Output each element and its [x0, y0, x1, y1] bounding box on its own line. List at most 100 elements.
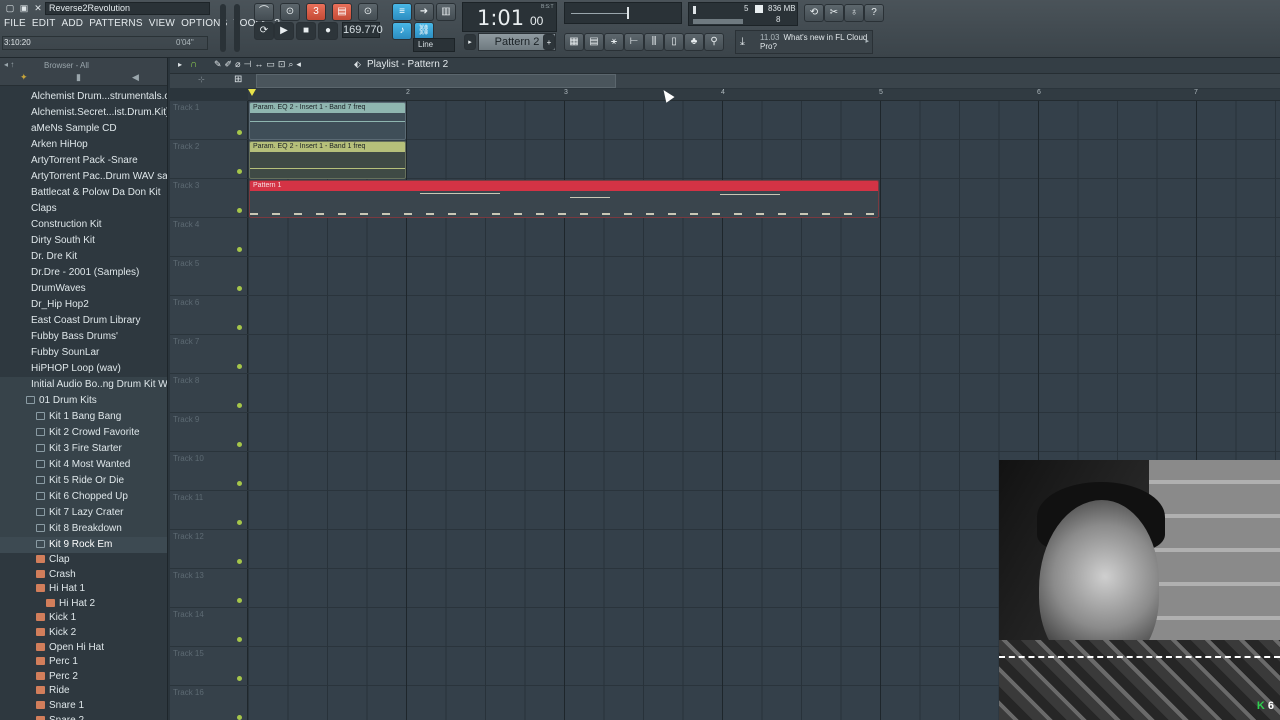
browser-folder-item[interactable]: Dr.Dre - 2001 (Samples)	[0, 265, 167, 281]
stop-button[interactable]: ■	[296, 22, 316, 40]
browser-folder-item[interactable]: Dr_Hip Hop2	[0, 297, 167, 313]
track-mute-led[interactable]	[237, 598, 242, 603]
track-mute-led[interactable]	[237, 676, 242, 681]
horizontal-scroll-thumb[interactable]	[256, 74, 616, 88]
mixer-tree-icon[interactable]: ⊢	[624, 33, 644, 51]
mic-icon[interactable]: ♁	[844, 4, 864, 22]
piano-tool-button[interactable]: ▥	[436, 3, 456, 21]
mixer-icon[interactable]: ⫼	[644, 33, 664, 51]
browser-file-item[interactable]: Kick 2	[0, 626, 167, 641]
track-mute-led[interactable]	[237, 637, 242, 642]
song-mode-button[interactable]: ➜	[414, 3, 434, 21]
browser-folder-item[interactable]: East Coast Drum Library	[0, 313, 167, 329]
playlist-arrow-icon[interactable]: ▸	[178, 60, 182, 69]
track-header[interactable]: Track 12	[170, 530, 248, 569]
browser-speaker-icon[interactable]: ◀	[132, 72, 139, 83]
track-header[interactable]: Track 6	[170, 296, 248, 335]
menu-patterns[interactable]: PATTERNS	[89, 18, 142, 32]
browser-folder-item[interactable]: Alchemist.Secret...ist.Drum.Kit).WAV	[0, 105, 167, 121]
browser-folder-item[interactable]: Claps	[0, 201, 167, 217]
menu-view[interactable]: VIEW	[149, 18, 175, 32]
browser-folder-item[interactable]: Kit 8 Breakdown	[0, 521, 167, 537]
record-button[interactable]: ●	[318, 22, 338, 40]
track-header[interactable]: Track 9	[170, 413, 248, 452]
browser-file-item[interactable]: Snare 2	[0, 714, 167, 720]
browser-folder-item[interactable]: Kit 4 Most Wanted	[0, 457, 167, 473]
browser-folder-item[interactable]: Alchemist Drum...strumentals.com)	[0, 89, 167, 105]
snap-selector[interactable]: Line	[413, 38, 455, 52]
time-display[interactable]: 1:01 00 B:S:T	[462, 2, 557, 32]
step-edit-button[interactable]: ⊙	[358, 3, 378, 21]
news-next-icon[interactable]: ▸	[865, 37, 869, 45]
track-mute-led[interactable]	[237, 130, 242, 135]
browser-file-item[interactable]: Hi Hat 2	[0, 597, 167, 612]
browser-folder-item[interactable]: ArtyTorrent Pac..Drum WAV samples	[0, 169, 167, 185]
project-title-field[interactable]: Reverse2Revolution	[45, 2, 210, 15]
track-mute-led[interactable]	[237, 715, 242, 720]
browser-folder-item[interactable]: Kit 1 Bang Bang	[0, 409, 167, 425]
browser-star-icon[interactable]: ✦	[20, 72, 28, 83]
browser-folder-item[interactable]: aMeNs Sample CD	[0, 121, 167, 137]
track-header[interactable]: Track 11	[170, 491, 248, 530]
browser-folder-item[interactable]: Dr. Dre Kit	[0, 249, 167, 265]
browser-folder-item[interactable]: Construction Kit	[0, 217, 167, 233]
news-panel[interactable]: ⤓ 11.03 What's new in FL Cloud Pro? ▸	[735, 30, 873, 54]
loop-icon[interactable]: ⟳	[254, 22, 274, 40]
browser-folder-item[interactable]: Kit 7 Lazy Crater	[0, 505, 167, 521]
playhead-marker[interactable]	[248, 89, 256, 96]
pattern-prev-icon[interactable]: ▸	[464, 34, 476, 50]
metronome-button[interactable]: ⌒	[254, 3, 274, 21]
zoom-icon[interactable]: ⊹	[198, 75, 205, 84]
browser-file-item[interactable]: Clap	[0, 553, 167, 568]
track-header[interactable]: Track 1	[170, 101, 248, 140]
track-mute-led[interactable]	[237, 442, 242, 447]
channel-rack-icon[interactable]: ⚹	[604, 33, 624, 51]
pattern-add-icon[interactable]: +	[543, 34, 555, 50]
menu-add[interactable]: ADD	[62, 18, 84, 32]
browser-file-item[interactable]: Ride	[0, 684, 167, 699]
browser-folder-item[interactable]: Initial Audio Bo..ng Drum Kit WiN	[0, 377, 167, 393]
browser-folder-item[interactable]: Kit 5 Ride Or Die	[0, 473, 167, 489]
browser-options-icon[interactable]: ◂ ↑	[4, 60, 14, 69]
track-header[interactable]: Track 5	[170, 257, 248, 296]
pattern-clip[interactable]: Pattern 1	[249, 180, 879, 218]
track-header[interactable]: Track 4	[170, 218, 248, 257]
browser-folder-item[interactable]: Kit 6 Chopped Up	[0, 489, 167, 505]
track-header[interactable]: Track 8	[170, 374, 248, 413]
browser-folder-item[interactable]: DrumWaves	[0, 281, 167, 297]
track-mute-led[interactable]	[237, 169, 242, 174]
piano-roll-icon[interactable]: ▤	[584, 33, 604, 51]
loop-record-button[interactable]: ⊙	[280, 3, 300, 21]
track-header[interactable]: Track 14	[170, 608, 248, 647]
browser-folder-item[interactable]: Arken HiHop	[0, 137, 167, 153]
close-icon[interactable]: ✕	[32, 2, 44, 14]
browser-folder-item[interactable]: Kit 9 Rock Em	[0, 537, 167, 553]
magnet-icon[interactable]: ∩	[190, 59, 197, 70]
tempo-display[interactable]: 169.770	[342, 22, 383, 38]
undo-icon[interactable]: ⟲	[804, 4, 824, 22]
track-mute-led[interactable]	[237, 520, 242, 525]
playlist-tools-icon[interactable]: ✎✐⌀⊣↔▭⊡⌕◂	[214, 59, 304, 70]
browser-icon[interactable]: ▯	[664, 33, 684, 51]
browser-folder-item[interactable]: HiPHOP Loop (wav)	[0, 361, 167, 377]
timeline-ruler[interactable]: 2 3 4 5 6 7	[248, 89, 1280, 101]
browser-file-item[interactable]: Crash	[0, 568, 167, 583]
track-mute-led[interactable]	[237, 403, 242, 408]
master-pitch-slider[interactable]	[234, 4, 240, 52]
track-header[interactable]: Track 16	[170, 686, 248, 720]
browser-file-item[interactable]: Perc 1	[0, 655, 167, 670]
browser-folder-item[interactable]: Dirty South Kit	[0, 233, 167, 249]
track-mute-led[interactable]	[237, 559, 242, 564]
browser-folder-item[interactable]: Fubby Bass Drums'	[0, 329, 167, 345]
typing-keyboard-button[interactable]: ♪	[392, 22, 412, 40]
browser-file-icon[interactable]: ▮	[76, 72, 81, 83]
restore-icon[interactable]: ▣	[18, 2, 30, 14]
browser-folder-item[interactable]: Kit 3 Fire Starter	[0, 441, 167, 457]
browser-file-item[interactable]: Kick 1	[0, 611, 167, 626]
track-mute-led[interactable]	[237, 247, 242, 252]
stem-separation-icon[interactable]: ⚲	[704, 33, 724, 51]
browser-folder-item[interactable]: Fubby SounLar	[0, 345, 167, 361]
browser-file-item[interactable]: Open Hi Hat	[0, 641, 167, 656]
browser-folder-item[interactable]: 01 Drum Kits	[0, 393, 167, 409]
cut-icon[interactable]: ✂	[824, 4, 844, 22]
